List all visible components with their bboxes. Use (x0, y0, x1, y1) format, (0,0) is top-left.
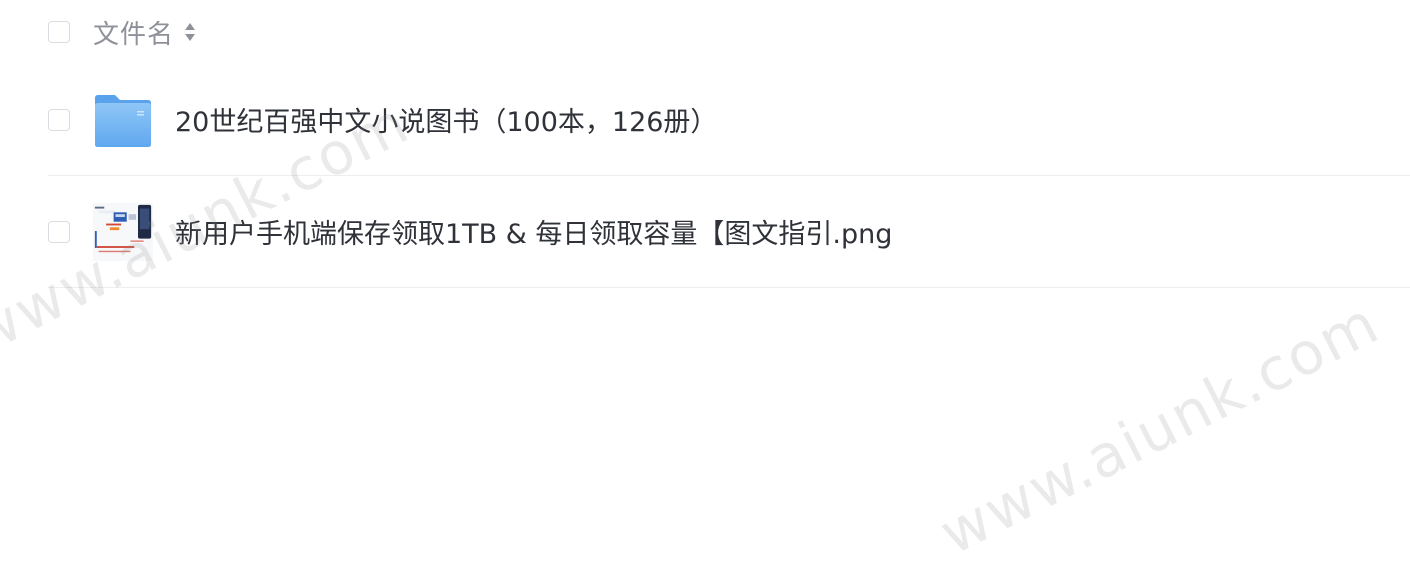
file-row-folder[interactable]: 20世纪百强中文小说图书（100本，126册） (48, 64, 1410, 176)
file-list: 文件名 20世纪百强中文小说图书（100本，126册） 新用户手机端保存领取1T… (48, 0, 1410, 288)
row-checkbox[interactable] (48, 108, 70, 131)
row-checkbox[interactable] (48, 220, 70, 243)
watermark-text: www.aiunk.com (929, 288, 1390, 568)
select-all-checkbox[interactable] (48, 21, 70, 43)
filename-column-header[interactable]: 文件名 (93, 14, 174, 51)
file-name[interactable]: 新用户手机端保存领取1TB & 每日领取容量【图文指引.png (175, 212, 892, 251)
file-name[interactable]: 20世纪百强中文小说图书（100本，126册） (175, 100, 717, 139)
sort-icon[interactable] (184, 21, 196, 43)
file-list-header: 文件名 (48, 0, 1410, 64)
file-list-page: 文件名 20世纪百强中文小说图书（100本，126册） 新用户手机端保存领取1T… (0, 0, 1410, 588)
folder-icon (93, 90, 153, 150)
file-row-image[interactable]: 新用户手机端保存领取1TB & 每日领取容量【图文指引.png (48, 176, 1410, 288)
image-thumbnail-icon (93, 202, 153, 262)
